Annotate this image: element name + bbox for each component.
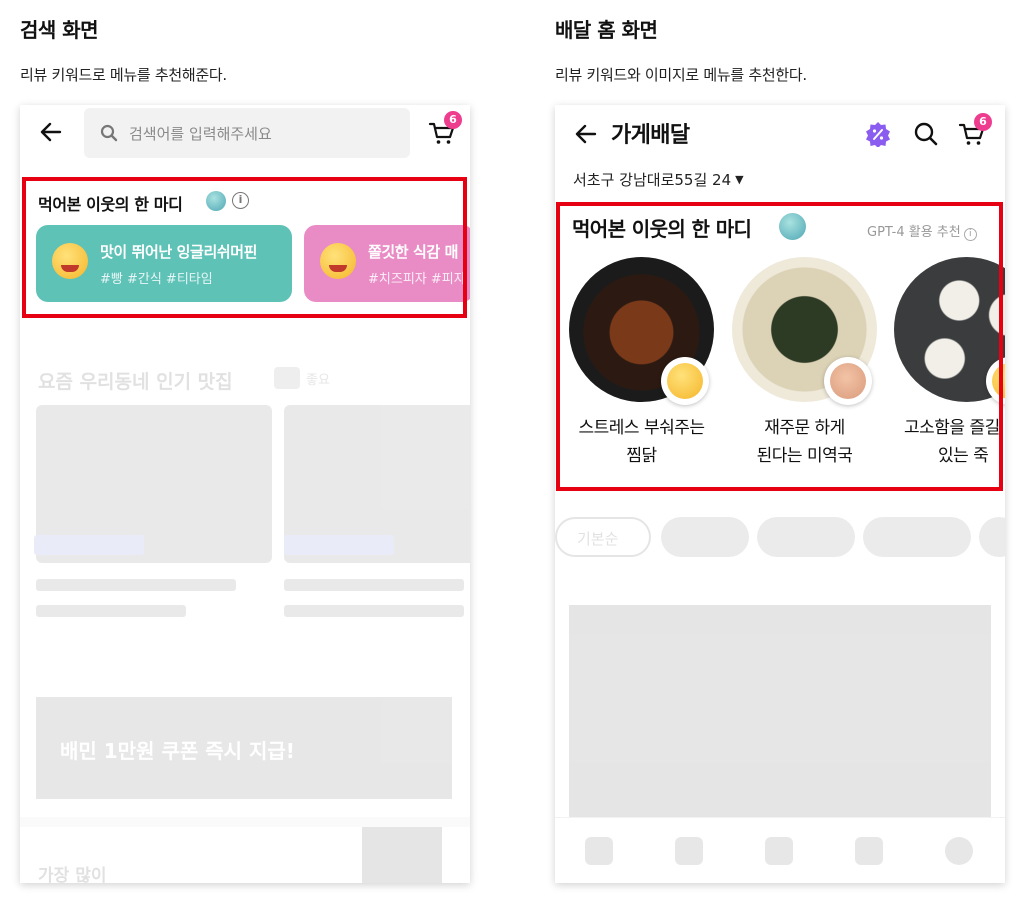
tab-bar-divider (555, 817, 1005, 818)
section-description: 리뷰 키워드로 메뉴를 추천해준다. (20, 66, 227, 84)
address-selector[interactable]: 서초구 강남대로55길 24 ▼ (573, 169, 744, 190)
discount-badge-icon[interactable] (865, 121, 891, 147)
filter-chip (661, 517, 749, 557)
store-tag (284, 535, 394, 555)
home-tab-icon (585, 837, 613, 865)
ad-badge (274, 367, 300, 389)
popular-title: 요즘 우리동네 인기 맛집 (38, 371, 233, 393)
search-top-bar: 검색어를 입력해주세요 6 (20, 105, 470, 163)
store-info-line (36, 605, 186, 617)
store-info-line (284, 605, 464, 617)
search-input[interactable]: 검색어를 입력해주세요 (84, 108, 410, 158)
back-arrow-icon[interactable] (38, 119, 64, 145)
section-divider (20, 817, 470, 827)
coupon-banner-text: 배민 1만원 쿠폰 즉시 지급! (60, 739, 295, 763)
bottom-section-title: 가장 많이 (38, 866, 107, 883)
section-description: 리뷰 키워드와 이미지로 메뉴를 추천한다. (555, 66, 807, 84)
section-title: 배달 홈 화면 (555, 18, 658, 42)
address-text: 서초구 강남대로55길 24 (573, 171, 732, 189)
store-banner-image (569, 605, 991, 817)
coupon-tab-icon (675, 837, 703, 865)
my-tab-icon (945, 837, 973, 865)
ad-badge-label: 좋요 (306, 373, 330, 388)
delivery-home-phone: 가게배달 6 서초구 강남대로55길 24 ▼ 먹어본 이웃의 한 마디 GPT-… (555, 105, 1005, 883)
back-arrow-icon[interactable] (573, 121, 599, 147)
page-title: 가게배달 (611, 123, 690, 148)
sort-chip-label: 기본순 (577, 530, 619, 548)
filter-chip (863, 517, 971, 557)
sort-chip: 기본순 (555, 517, 651, 557)
store-tag (34, 535, 144, 555)
highlight-box (22, 177, 467, 318)
cart-count-badge: 6 (974, 113, 992, 131)
filter-chip (979, 517, 1005, 557)
filter-chip (757, 517, 855, 557)
orders-tab-icon (855, 837, 883, 865)
search-icon (100, 124, 118, 142)
store-name-line (36, 579, 236, 591)
highlight-box (556, 202, 1003, 491)
section-title: 검색 화면 (20, 18, 99, 42)
cart-count-badge: 6 (444, 111, 462, 129)
bottom-section-image (362, 827, 442, 883)
heart-tab-icon (765, 837, 793, 865)
caret-down-icon: ▼ (735, 173, 744, 186)
store-name-line (284, 579, 464, 591)
search-icon[interactable] (912, 120, 940, 148)
search-screen-phone: 검색어를 입력해주세요 6 먹어본 이웃의 한 마디 i 맛이 뛰어난 잉글리쉬… (20, 105, 470, 883)
search-placeholder: 검색어를 입력해주세요 (129, 125, 272, 143)
